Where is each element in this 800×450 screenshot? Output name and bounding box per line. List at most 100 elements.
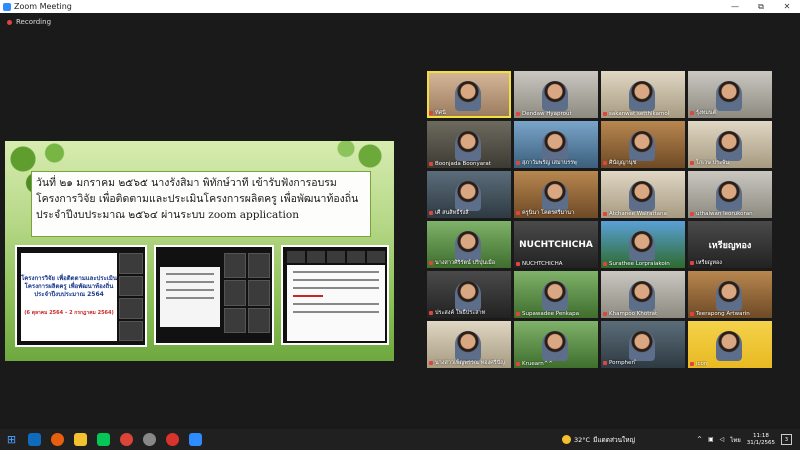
- participant-name-label: ทัศนี: [429, 109, 446, 117]
- participant-tile[interactable]: NUCHTCHICHA NUCHTCHICHA: [514, 221, 598, 268]
- participant-name: Boonjada Boonyarat: [435, 161, 491, 167]
- participant-tile[interactable]: สุภาวัมพรัญ เสมาบรรพุ: [514, 121, 598, 168]
- chevron-up-icon[interactable]: ^: [697, 436, 702, 443]
- participant-name-label: Kruearn^^: [516, 361, 553, 367]
- participant-name-label: Teerapong Artwarin: [690, 311, 750, 317]
- participant-name-label: Supawadee Penkapa: [516, 311, 579, 317]
- participant-tile[interactable]: Dendaw Hyaprout: [514, 71, 598, 118]
- line-app-icon[interactable]: [97, 433, 110, 446]
- participant-tile[interactable]: เหรียญทอง เหรียญทอง: [688, 221, 772, 268]
- firefox-icon[interactable]: [51, 433, 64, 446]
- muted-mic-icon: [429, 261, 433, 265]
- participant-name: นางสาวศิริรัตน์ ปริปุ่นเมือ: [435, 260, 496, 266]
- participant-name: รุ้งทมนต์: [696, 110, 717, 116]
- edge-browser-icon[interactable]: [28, 433, 41, 446]
- language-indicator[interactable]: ไทย: [730, 435, 741, 445]
- participant-name: ทัศนี: [435, 110, 446, 116]
- media-app-icon[interactable]: [166, 433, 179, 446]
- maximize-button[interactable]: ⧉: [748, 0, 774, 13]
- weather-widget[interactable]: 32°C มีแดดส่วนใหญ่: [562, 429, 635, 450]
- clock-time: 11:18: [752, 432, 769, 439]
- participant-video: [455, 281, 481, 311]
- notification-icon[interactable]: 3: [781, 434, 792, 445]
- clock-date: 31/1/2565: [746, 439, 775, 446]
- muted-mic-icon: [516, 211, 520, 215]
- windows-taskbar: ⊞ 32°C มีแดดส่วนใหญ่ ^ ▣ ◁ ไทย 11:18 31/…: [0, 429, 800, 450]
- participant-name: สุภาวัมพรัญ เสมาบรรพุ: [522, 160, 577, 166]
- participant-name-label: Surathee Lorpraiakoin: [603, 261, 670, 267]
- participant-name: uthaiwan leorukoran: [696, 211, 753, 217]
- participant-name-label: sakanwat setthikamol: [603, 111, 669, 117]
- participant-tile[interactable]: เศี สนสิทธิ์รังสี: [427, 171, 511, 218]
- participant-tile[interactable]: รุ้งทมนต์: [688, 71, 772, 118]
- participant-video: [542, 331, 568, 361]
- zoom-logo-icon: [3, 2, 11, 11]
- participant-tile[interactable]: Teerapong Artwarin: [688, 271, 772, 318]
- slide-3-content: [287, 265, 385, 341]
- sun-icon: [562, 435, 571, 444]
- muted-mic-icon: [516, 161, 520, 165]
- participant-tile[interactable]: Atchanee Wairattana: [601, 171, 685, 218]
- participant-name-label: โกเวษ ประจัน: [690, 159, 729, 167]
- participant-tile[interactable]: Pornphen ิ: [601, 321, 685, 368]
- participant-name: Pornphen ิ: [609, 360, 637, 366]
- participant-name: Khampoo Khotrat: [609, 311, 658, 317]
- participant-name-label: NUCHTCHICHA: [516, 261, 563, 267]
- participant-name: ศินัญญานุช: [609, 160, 637, 166]
- participant-tile[interactable]: Surathee Lorpraiakoin: [601, 221, 685, 268]
- participant-name-label: icon: [690, 361, 707, 367]
- minimize-button[interactable]: —: [722, 0, 748, 13]
- participant-tile[interactable]: Boonjada Boonyarat: [427, 121, 511, 168]
- zoom-taskbar-icon[interactable]: [189, 433, 202, 446]
- participant-tile[interactable]: Khampoo Khotrat: [601, 271, 685, 318]
- participant-tile[interactable]: uthaiwan leorukoran: [688, 171, 772, 218]
- participant-name: โกเวษ ประจัน: [696, 160, 730, 166]
- participant-tile[interactable]: โกเวษ ประจัน: [688, 121, 772, 168]
- participant-name: Teerapong Artwarin: [696, 311, 750, 317]
- muted-mic-icon: [690, 261, 694, 265]
- close-button[interactable]: ✕: [774, 0, 800, 13]
- participant-name-label: ครูนินา โคตรศรีมานา: [516, 209, 574, 217]
- participant-video: [455, 331, 481, 361]
- participant-name-label: นางสาวศิริรัตน์ ปริปุ่นเมือ: [429, 259, 495, 267]
- muted-mic-icon: [429, 162, 433, 166]
- file-explorer-icon[interactable]: [74, 433, 87, 446]
- recording-label: Recording: [16, 18, 52, 26]
- participant-tile[interactable]: นางสาวเพ็ญพรรณ ทองศรีปัญ: [427, 321, 511, 368]
- participant-name: NUCHTCHICHA: [522, 261, 563, 267]
- weather-condition: มีแดดส่วนใหญ่: [593, 435, 636, 444]
- participant-name-label: Dendaw Hyaprout: [516, 111, 572, 117]
- participant-tile[interactable]: sakanwat setthikamol: [601, 71, 685, 118]
- chrome-icon[interactable]: [120, 433, 133, 446]
- muted-mic-icon: [690, 362, 694, 366]
- participant-tile[interactable]: Kruearn^^: [514, 321, 598, 368]
- participant-tile[interactable]: ครูนินา โคตรศรีมานา: [514, 171, 598, 218]
- participant-tile[interactable]: ประสงค์ โพธิ์ประสาท: [427, 271, 511, 318]
- slide-1-camera-strip: [119, 253, 143, 341]
- participant-name-label: ประสงค์ โพธิ์ประสาท: [429, 309, 485, 317]
- taskbar-clock[interactable]: 11:18 31/1/2565: [747, 433, 775, 447]
- participant-tile[interactable]: icon: [688, 321, 772, 368]
- participant-tile[interactable]: นางสาวศิริรัตน์ ปริปุ่นเมือ: [427, 221, 511, 268]
- volume-icon[interactable]: ◁: [720, 436, 725, 443]
- muted-mic-icon: [516, 362, 520, 366]
- muted-mic-icon: [690, 312, 694, 316]
- recording-indicator[interactable]: Recording: [0, 13, 800, 31]
- windows-start-icon[interactable]: ⊞: [5, 433, 18, 446]
- muted-mic-icon: [603, 212, 607, 216]
- screenshot-slide-2: [154, 245, 274, 345]
- muted-mic-icon: [429, 211, 433, 215]
- network-icon[interactable]: ▣: [708, 436, 714, 443]
- participant-name-label: Khampoo Khotrat: [603, 311, 657, 317]
- participant-name: เหรียญทอง: [696, 260, 722, 266]
- participant-name-label: สุภาวัมพรัญ เสมาบรรพุ: [516, 159, 577, 167]
- app-icon[interactable]: [143, 433, 156, 446]
- participant-video: [542, 81, 568, 111]
- muted-mic-icon: [516, 262, 520, 266]
- participant-tile[interactable]: ศินัญญานุช: [601, 121, 685, 168]
- participant-tile[interactable]: ทัศนี: [427, 71, 511, 118]
- participant-tile[interactable]: Supawadee Penkapa: [514, 271, 598, 318]
- participant-name: Kruearn^^: [522, 361, 553, 367]
- muted-mic-icon: [603, 112, 607, 116]
- system-tray: ^ ▣ ◁ ไทย 11:18 31/1/2565 3: [697, 429, 792, 450]
